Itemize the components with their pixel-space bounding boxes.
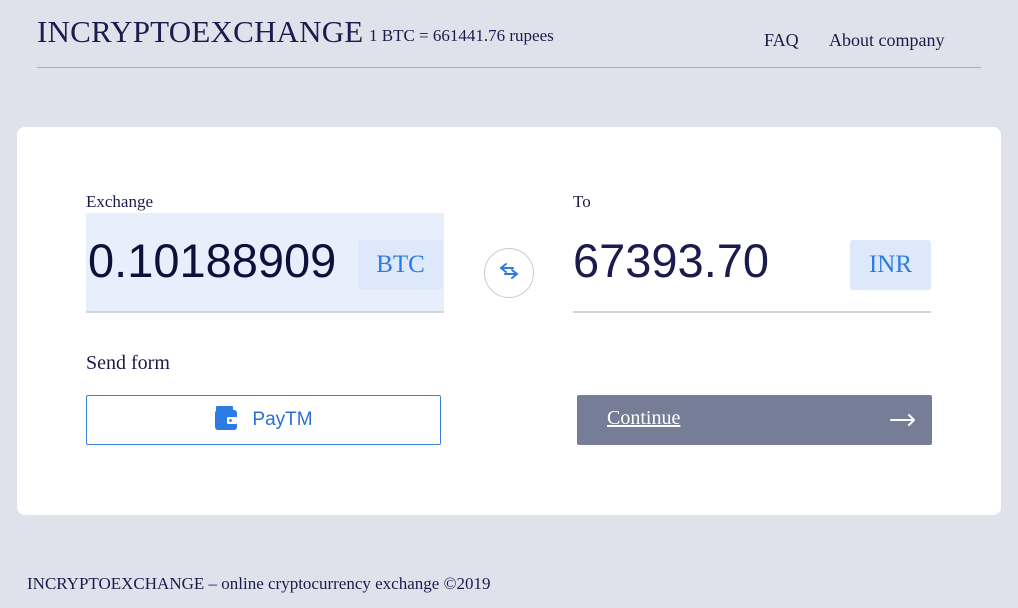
nav-about-company-link[interactable]: About company	[829, 30, 944, 51]
exchange-to-label: To	[573, 192, 591, 211]
swap-currencies-button[interactable]	[484, 248, 534, 298]
from-amount-field[interactable]: 0.10188909 BTC	[86, 213, 444, 313]
exchange-rate: 1 BTC = 661441.76 rupees	[369, 26, 554, 45]
site-header: INCRYPTOEXCHANGE 1 BTC = 661441.76 rupee…	[37, 0, 981, 68]
to-amount-value[interactable]: 67393.70	[573, 233, 769, 288]
to-currency-selector[interactable]: INR	[850, 240, 931, 290]
paytm-button[interactable]: PayTM	[86, 395, 441, 445]
swap-arrows-icon	[497, 261, 521, 285]
site-footer: INCRYPTOEXCHANGE – online cryptocurrency…	[27, 574, 491, 593]
nav-faq-link[interactable]: FAQ	[764, 30, 799, 51]
send-form-label: Send form	[86, 352, 170, 374]
continue-button[interactable]: Continue	[577, 395, 932, 445]
exchange-card: Exchange To 0.10188909 BTC 67393.70 INR …	[17, 127, 1001, 515]
from-amount-value[interactable]: 0.10188909	[88, 233, 336, 288]
paytm-label: PayTM	[252, 409, 313, 430]
from-currency-selector[interactable]: BTC	[358, 240, 443, 290]
exchange-from-label: Exchange	[86, 192, 154, 211]
brand-logo-text[interactable]: INCRYPTOEXCHANGE	[37, 14, 363, 50]
long-arrow-right-icon	[889, 410, 917, 434]
continue-label: Continue	[607, 407, 681, 429]
to-amount-field[interactable]: 67393.70 INR	[573, 213, 931, 313]
wallet-icon	[214, 405, 238, 435]
